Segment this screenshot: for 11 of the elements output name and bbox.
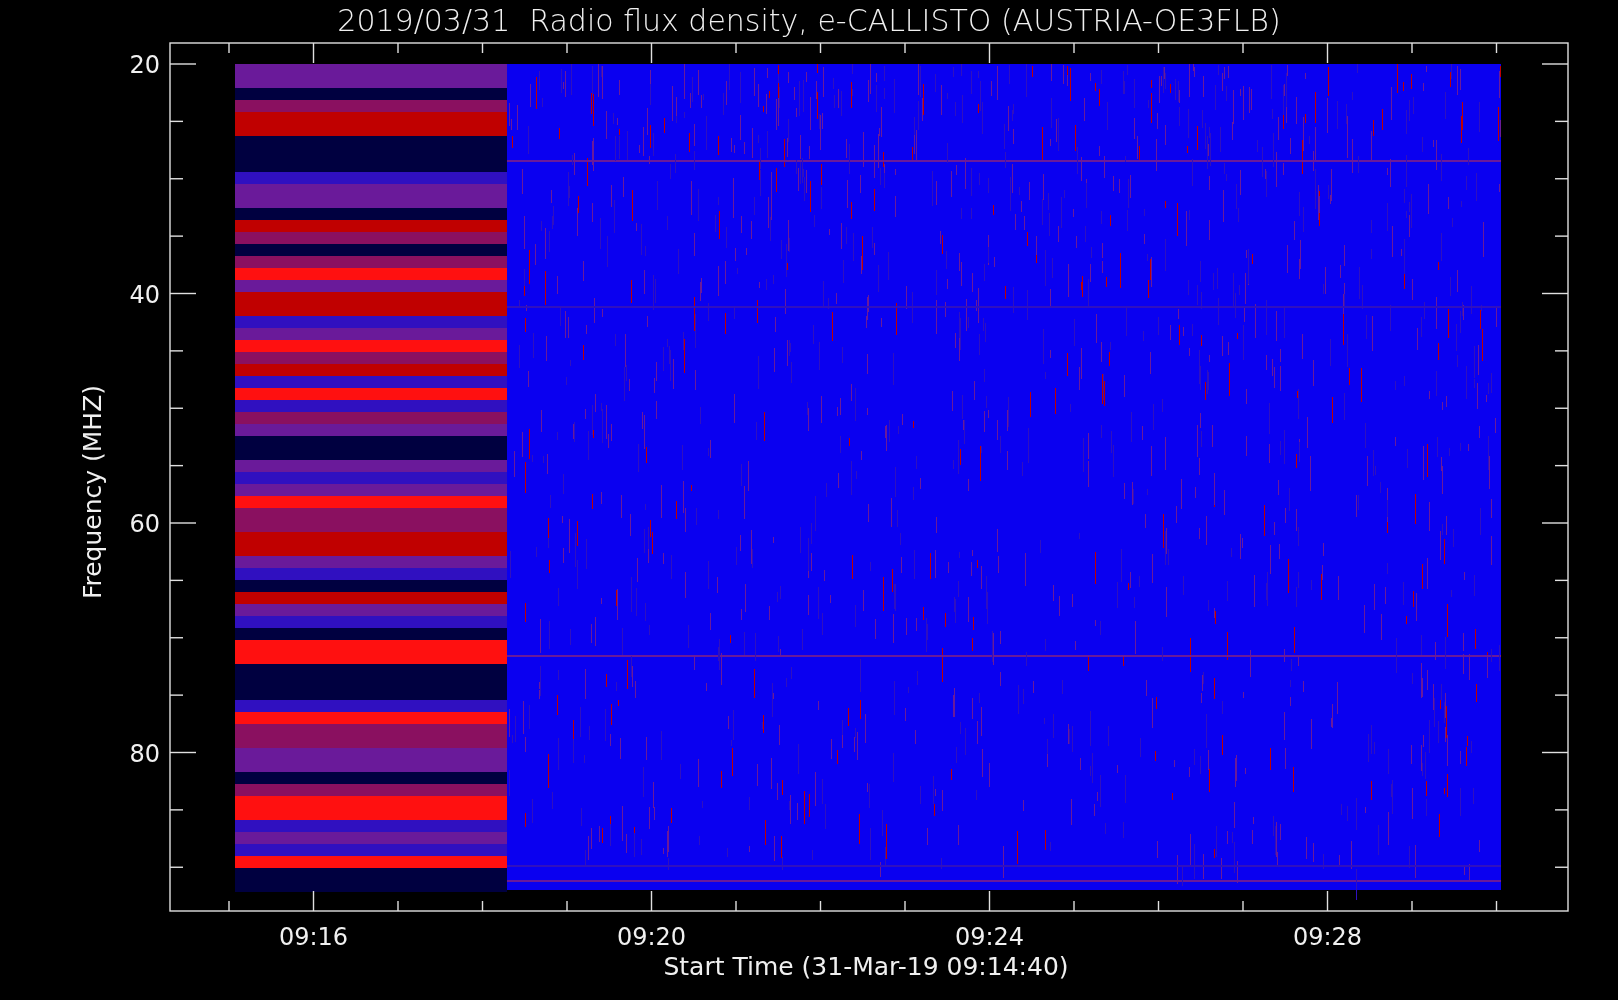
y-tick-label: 20 <box>129 51 160 79</box>
x-axis-label: Start Time (31-Mar-19 09:14:40) <box>663 952 1069 981</box>
x-tick-label: 09:20 <box>616 923 687 951</box>
y-tick-label: 40 <box>129 280 160 309</box>
x-tick-label: 09:16 <box>278 923 349 951</box>
y-tick-label: 60 <box>129 510 160 538</box>
y-axis-label: Frequency (MHZ) <box>78 384 107 600</box>
x-tick-label: 09:24 <box>954 923 1025 951</box>
x-tick-label: 09:28 <box>1292 923 1363 951</box>
chart-title: 2019/03/31 Radio flux density, e-CALLISTO (AUSTRIA-OE3FLB) <box>337 3 1281 38</box>
y-tick-label: 80 <box>129 739 160 768</box>
